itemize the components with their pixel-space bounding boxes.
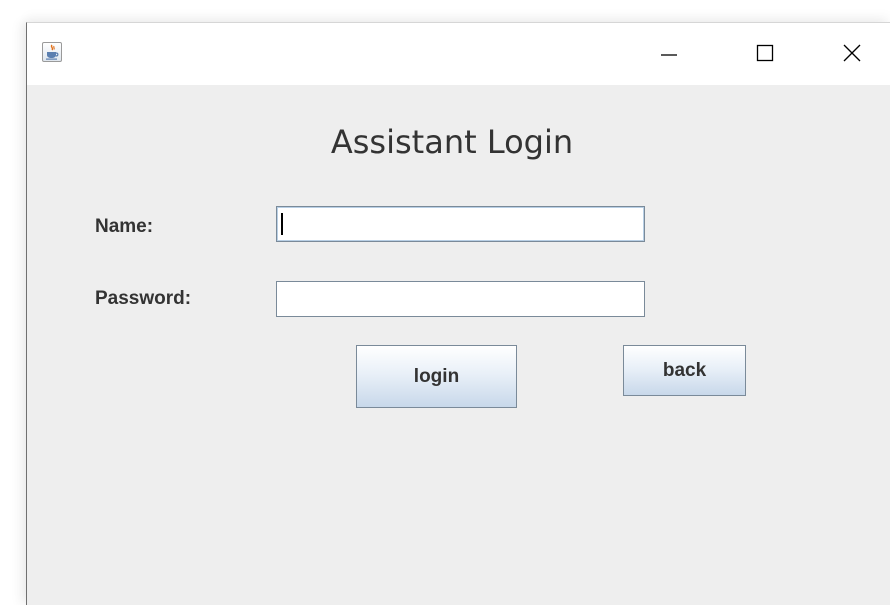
name-label: Name:: [95, 216, 154, 237]
minimize-button[interactable]: [646, 23, 692, 85]
java-cup-icon[interactable]: [42, 42, 62, 62]
maximize-icon: [756, 44, 774, 62]
close-icon: [843, 44, 861, 62]
page-title: Assistant Login: [330, 123, 574, 161]
app-window: Assistant Login Name: Password: login ba…: [26, 22, 890, 605]
text-caret: [281, 213, 283, 235]
login-button[interactable]: login: [356, 345, 517, 408]
title-bar[interactable]: [27, 23, 890, 85]
password-label: Password:: [95, 288, 192, 309]
name-input[interactable]: [276, 206, 645, 242]
password-input[interactable]: [276, 281, 645, 317]
minimize-icon: [661, 54, 677, 56]
back-button[interactable]: back: [623, 345, 746, 396]
maximize-button[interactable]: [742, 23, 788, 85]
close-button[interactable]: [829, 23, 875, 85]
